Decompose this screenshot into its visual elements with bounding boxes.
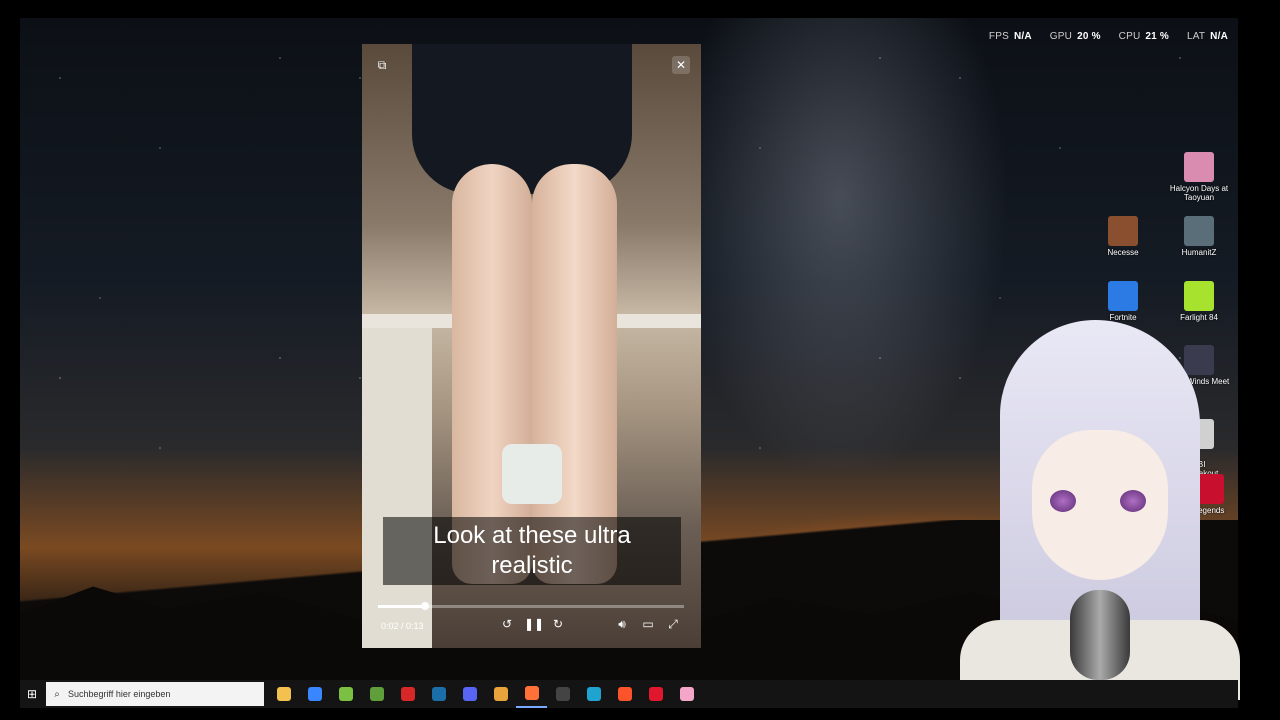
halcyon-icon [1184,152,1214,182]
desktop-icon-fortnite[interactable]: Fortnite [1091,281,1155,322]
taskbar-app-minecraft-icon[interactable] [361,680,392,708]
search-icon: ⌕ [54,688,60,700]
taskbar-app-obs-icon[interactable] [547,680,578,708]
humanitz-icon [1184,216,1214,246]
video-progress-bar[interactable] [378,602,684,610]
fortnite-icon [1108,281,1138,311]
stat-gpu: GPU 20 % [1049,31,1101,42]
stat-fps: FPS N/A [988,31,1032,42]
desktop-icon-necesse[interactable]: Necesse [1091,216,1155,257]
taskbar-app-vtube-studio-icon[interactable] [671,680,702,708]
avatar-eye-right [1120,490,1146,512]
microphone-icon [1070,590,1130,680]
desktop-icon-farlight[interactable]: Farlight 84 [1167,281,1231,322]
taskbar-app-xbox-icon[interactable] [330,680,361,708]
taskbar-app-steam-icon[interactable] [423,680,454,708]
taskbar-app-chrome-icon[interactable] [485,680,516,708]
necesse-icon [1108,216,1138,246]
avatar-eye-left [1050,490,1076,512]
taskbar-app-file-explorer-icon[interactable] [268,680,299,708]
rewind-icon[interactable]: ↺ [499,616,515,632]
video-time: 0:02 / 0:13 [381,621,424,631]
taskbar-app-firefox-icon[interactable] [516,680,547,708]
pause-icon[interactable]: ❚❚ [524,616,544,632]
taskbar-apps [268,680,702,708]
video-progress-handle[interactable] [421,602,430,610]
taskbar: ⊞ ⌕ Suchbegriff hier eingeben [20,680,1238,708]
captions-icon[interactable]: ▭ [640,616,656,632]
windows-start-icon[interactable]: ⊞ [20,680,44,708]
stat-lat: LAT N/A [1186,31,1228,42]
close-icon[interactable]: ✕ [672,56,690,74]
fullscreen-icon[interactable]: ⤢ [665,616,681,632]
taskbar-app-magix-icon[interactable] [392,680,423,708]
vtuber-avatar [950,320,1250,700]
desktop-icon-halcyon[interactable]: Halcyon Days at Taoyuan [1167,152,1231,202]
video-caption: Look at these ultra realistic [383,517,681,585]
video-frame-cabinet [362,328,432,648]
performance-overlay: FPS N/A GPU 20 % CPU 21 % LAT N/A [989,31,1228,42]
taskbar-app-discord-icon[interactable] [454,680,485,708]
video-progress-fill [378,605,426,608]
taskbar-app-vscode-icon[interactable] [578,680,609,708]
video-frame-shoes [502,444,562,504]
taskbar-search[interactable]: ⌕ Suchbegriff hier eingeben [46,682,264,706]
taskbar-app-brave-icon[interactable] [609,680,640,708]
volume-icon[interactable]: 🔊︎ [614,616,630,632]
forward-icon[interactable]: ↻ [550,616,566,632]
taskbar-app-opera-icon[interactable] [640,680,671,708]
desktop-icon-humanitz[interactable]: HumanitZ [1167,216,1231,257]
farlight-icon [1184,281,1214,311]
taskbar-app-store-icon[interactable] [299,680,330,708]
stat-cpu: CPU 21 % [1118,31,1169,42]
picture-in-picture-icon[interactable]: ⧉ [373,56,391,74]
